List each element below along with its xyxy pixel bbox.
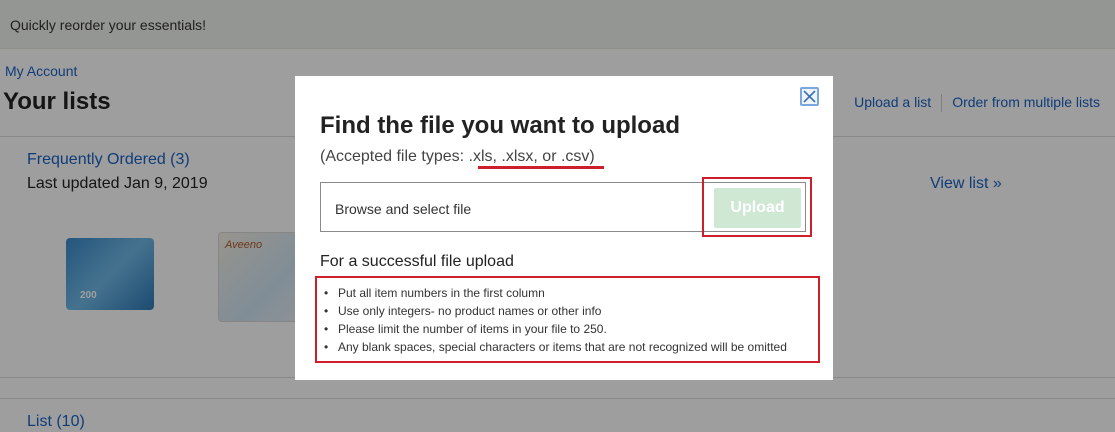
upload-modal: Find the file you want to upload (Accept… bbox=[295, 76, 833, 380]
list-item: • Any blank spaces, special characters or… bbox=[318, 338, 787, 356]
bullet-icon: • bbox=[324, 340, 329, 354]
bullet-icon: • bbox=[324, 304, 329, 318]
modal-title: Find the file you want to upload bbox=[320, 112, 680, 139]
accepted-suffix: ) bbox=[589, 148, 595, 165]
rule-text: Any blank spaces, special characters or … bbox=[338, 340, 787, 354]
close-icon bbox=[803, 90, 816, 103]
list-item: • Please limit the number of items in you… bbox=[318, 320, 787, 338]
file-select-placeholder: Browse and select file bbox=[335, 201, 472, 217]
file-types-annotation-underline bbox=[478, 166, 604, 169]
accepted-types-value: .xls, .xlsx, or .csv bbox=[468, 148, 590, 165]
rule-text: Put all item numbers in the first column bbox=[338, 286, 545, 300]
upload-annotation-box bbox=[702, 177, 812, 237]
list-item: • Use only integers- no product names or … bbox=[318, 302, 787, 320]
success-instructions-title: For a successful file upload bbox=[320, 253, 514, 270]
upload-rules-list: • Put all item numbers in the first colum… bbox=[318, 284, 787, 356]
bullet-icon: • bbox=[324, 322, 329, 336]
rule-text: Please limit the number of items in your… bbox=[338, 322, 607, 336]
bullet-icon: • bbox=[324, 286, 329, 300]
close-button[interactable] bbox=[800, 87, 819, 106]
accepted-file-types: (Accepted file types: .xls, .xlsx, or .c… bbox=[320, 148, 595, 166]
list-item: • Put all item numbers in the first colum… bbox=[318, 284, 787, 302]
accepted-prefix: (Accepted file types: bbox=[320, 148, 469, 165]
rule-text: Use only integers- no product names or o… bbox=[338, 304, 602, 318]
